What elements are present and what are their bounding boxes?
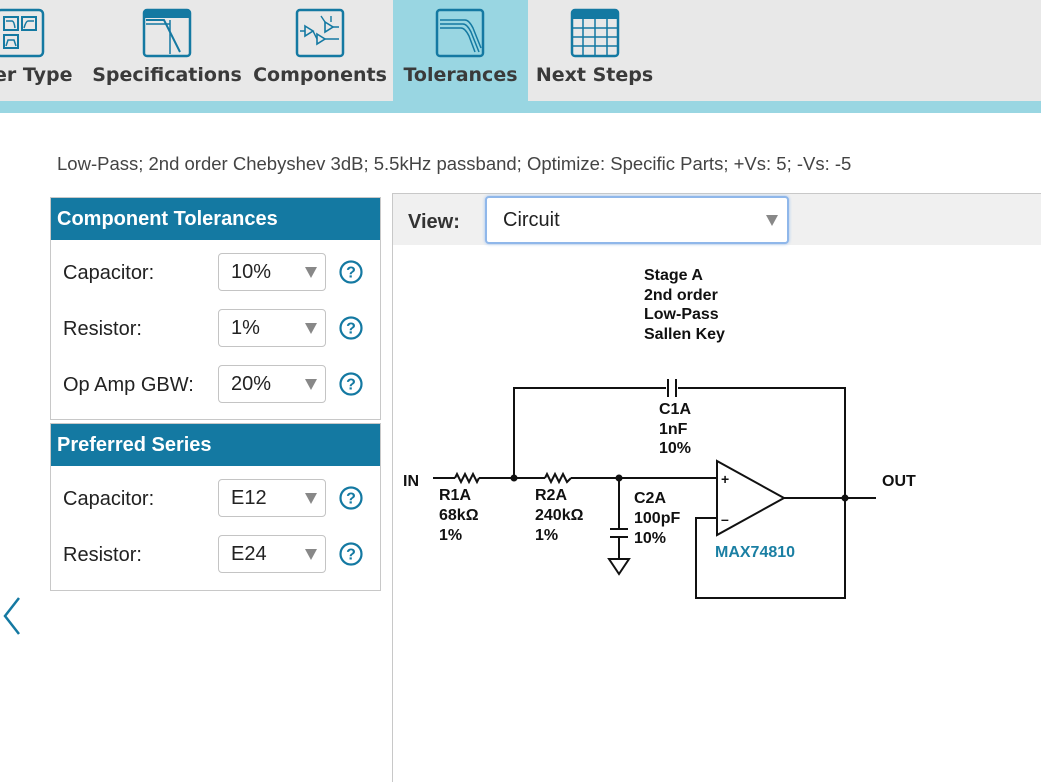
- select-value: 20%: [231, 373, 272, 395]
- tab-next-steps[interactable]: Next Steps: [532, 0, 657, 101]
- c2-tolerance: 10%: [634, 530, 666, 547]
- stage-title-line: Low-Pass: [644, 306, 719, 323]
- c2-name: C2A: [634, 490, 666, 507]
- stage-title-line: Stage A: [644, 267, 703, 284]
- filter-summary: Low-Pass; 2nd order Chebyshev 3dB; 5.5kH…: [57, 153, 852, 174]
- help-icon[interactable]: ?: [339, 372, 363, 396]
- chevron-down-icon: [305, 379, 317, 390]
- capacitor-series-select[interactable]: E12: [218, 479, 326, 517]
- c2-value: 100pF: [634, 510, 680, 527]
- circuit-diagram: Stage A 2nd order Low-Pass Sallen Key IN…: [403, 267, 916, 599]
- component-tolerances-panel: Component Tolerances Capacitor: 10% ? Re…: [50, 197, 381, 420]
- r2-name: R2A: [535, 487, 567, 504]
- svg-text:?: ?: [346, 265, 356, 282]
- select-value: 1%: [231, 317, 260, 339]
- tab-components[interactable]: Components: [252, 0, 388, 101]
- r1-value: 68kΩ: [439, 507, 479, 524]
- tab-label: Specifications: [92, 64, 242, 86]
- tab-label: er Type: [0, 64, 73, 86]
- svg-text:?: ?: [346, 547, 356, 564]
- help-icon[interactable]: ?: [339, 542, 363, 566]
- row-label: Capacitor:: [63, 262, 155, 284]
- ground-icon: [607, 558, 631, 576]
- junction-dot: [510, 474, 518, 482]
- tab-bar: er Type Specifications Components Tolera…: [0, 0, 1041, 101]
- tolerances-icon: [435, 8, 485, 58]
- row-label: Resistor:: [63, 544, 142, 566]
- help-icon[interactable]: ?: [339, 486, 363, 510]
- in-label: IN: [403, 473, 419, 490]
- chevron-down-icon: [305, 323, 317, 334]
- next-steps-icon: [570, 8, 620, 58]
- panel-title: Component Tolerances: [51, 198, 380, 240]
- tab-underline-bar: [0, 101, 1041, 113]
- select-value: E24: [231, 543, 267, 565]
- out-label: OUT: [882, 473, 916, 490]
- feedback-wire: [678, 387, 846, 498]
- c1-tolerance: 10%: [659, 440, 691, 457]
- opamp-gbw-tolerance-select[interactable]: 20%: [218, 365, 326, 403]
- tab-filter-type[interactable]: er Type: [0, 0, 84, 101]
- filter-type-icon: [0, 8, 45, 58]
- r1-name: R1A: [439, 487, 471, 504]
- tab-label: Next Steps: [535, 64, 654, 86]
- r1-tolerance: 1%: [439, 527, 462, 544]
- select-value: E12: [231, 487, 267, 509]
- svg-text:?: ?: [346, 491, 356, 508]
- opamp-plus-label: +: [721, 471, 729, 487]
- specifications-icon: [142, 8, 192, 58]
- resistor-r1-symbol: [454, 471, 480, 485]
- capacitor-tolerance-row: Capacitor: 10% ?: [51, 253, 380, 293]
- panel-title: Preferred Series: [51, 424, 380, 466]
- junction-dot: [615, 474, 623, 482]
- resistor-tolerance-select[interactable]: 1%: [218, 309, 326, 347]
- c1-name: C1A: [659, 401, 691, 418]
- capacitor-series-row: Capacitor: E12 ?: [51, 479, 380, 519]
- opamp-part-label[interactable]: MAX74810: [715, 544, 795, 561]
- c1-value: 1nF: [659, 421, 688, 438]
- components-icon: [295, 8, 345, 58]
- preferred-series-panel: Preferred Series Capacitor: E12 ? Resist…: [50, 423, 381, 591]
- help-icon[interactable]: ?: [339, 260, 363, 284]
- tab-tolerances[interactable]: Tolerances: [393, 0, 528, 101]
- tab-specifications[interactable]: Specifications: [92, 0, 242, 101]
- opamp-gbw-tolerance-row: Op Amp GBW: 20% ?: [51, 365, 380, 405]
- svg-text:?: ?: [346, 377, 356, 394]
- stage-title-line: 2nd order: [644, 287, 718, 304]
- resistor-tolerance-row: Resistor: 1% ?: [51, 309, 380, 349]
- stage-title-line: Sallen Key: [644, 326, 725, 343]
- chevron-down-icon: [305, 549, 317, 560]
- row-label: Resistor:: [63, 318, 142, 340]
- r2-value: 240kΩ: [535, 507, 584, 524]
- resistor-series-row: Resistor: E24 ?: [51, 535, 380, 575]
- help-icon[interactable]: ?: [339, 316, 363, 340]
- opamp-minus-label: –: [721, 511, 729, 527]
- chevron-down-icon: [305, 267, 317, 278]
- chevron-left-icon[interactable]: [0, 595, 24, 637]
- svg-text:?: ?: [346, 321, 356, 338]
- row-label: Capacitor:: [63, 488, 155, 510]
- select-value: 10%: [231, 261, 272, 283]
- row-label: Op Amp GBW:: [63, 374, 194, 396]
- capacitor-tolerance-select[interactable]: 10%: [218, 253, 326, 291]
- tab-label: Components: [253, 64, 387, 86]
- junction-dot: [841, 494, 849, 502]
- view-area: View: Circuit Stage A 2nd order Low-Pass…: [392, 193, 1041, 782]
- resistor-series-select[interactable]: E24: [218, 535, 326, 573]
- r2-tolerance: 1%: [535, 527, 558, 544]
- resistor-r2-symbol: [544, 471, 572, 485]
- tab-label: Tolerances: [403, 64, 518, 86]
- chevron-down-icon: [305, 493, 317, 504]
- feedback-wire: [513, 387, 666, 478]
